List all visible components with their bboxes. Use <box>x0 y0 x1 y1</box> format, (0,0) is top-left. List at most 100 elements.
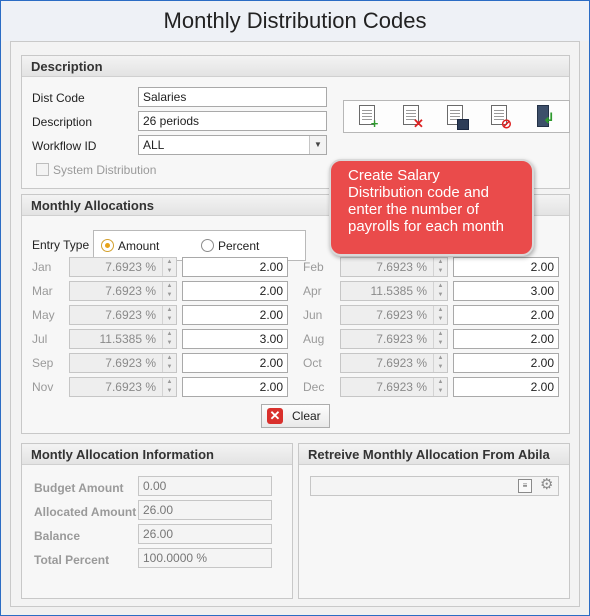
spinner-arrows-icon[interactable]: ▲ ▼ <box>433 354 447 372</box>
total-percent-field: 100.0000 % <box>138 548 272 568</box>
percent-spinner-apr[interactable]: 11.5385 % ▲ ▼ <box>340 281 448 301</box>
amount-field-apr[interactable]: 3.00 <box>453 281 559 301</box>
percent-spinner-may[interactable]: 7.6923 % ▲ ▼ <box>69 305 177 325</box>
percent-value: 7.6923 % <box>105 284 156 298</box>
monthly-distribution-codes-window: Monthly Distribution Codes Description D… <box>0 0 590 616</box>
month-label-may: May <box>32 308 55 322</box>
amount-field-jan[interactable]: 2.00 <box>182 257 288 277</box>
percent-value: 7.6923 % <box>105 308 156 322</box>
percent-spinner-aug[interactable]: 7.6923 % ▲ ▼ <box>340 329 448 349</box>
allocated-amount-field: 26.00 <box>138 500 272 520</box>
balance-label: Balance <box>34 529 81 543</box>
cancel-button[interactable]: ⊘ <box>487 104 513 130</box>
amount-field-oct[interactable]: 2.00 <box>453 353 559 373</box>
spinner-arrows-icon[interactable]: ▲ ▼ <box>433 330 447 348</box>
delete-x-icon: ✕ <box>413 116 424 131</box>
month-label-feb: Feb <box>303 260 324 274</box>
callout-line: Create Salary <box>348 167 440 184</box>
percent-value: 7.6923 % <box>105 356 156 370</box>
callout-line: enter the number of <box>348 201 479 218</box>
spinner-arrows-icon[interactable]: ▲ ▼ <box>162 282 176 300</box>
clear-x-icon: ✕ <box>267 408 283 424</box>
settings-gear-icon[interactable]: ⚙ <box>540 476 553 494</box>
delete-button[interactable]: ✕ <box>399 104 425 130</box>
percent-spinner-mar[interactable]: 7.6923 % ▲ ▼ <box>69 281 177 301</box>
dist-code-label: Dist Code <box>32 91 85 105</box>
exit-arrow-icon: ↲ <box>543 110 555 126</box>
month-label-mar: Mar <box>32 284 53 298</box>
description-header: Description <box>22 56 569 77</box>
spinner-arrows-icon[interactable]: ▲ ▼ <box>162 258 176 276</box>
percent-value: 7.6923 % <box>105 380 156 394</box>
percent-value: 7.6923 % <box>105 260 156 274</box>
percent-value: 11.5385 % <box>99 332 157 346</box>
percent-spinner-dec[interactable]: 7.6923 % ▲ ▼ <box>340 377 448 397</box>
form-body: Description Dist Code Salaries Descripti… <box>10 41 580 607</box>
percent-radio[interactable] <box>201 239 214 252</box>
workflow-id-select[interactable]: ALL ▼ <box>138 135 327 155</box>
allocated-amount-label: Allocated Amount <box>34 505 137 519</box>
percent-spinner-sep[interactable]: 7.6923 % ▲ ▼ <box>69 353 177 373</box>
amount-field-dec[interactable]: 2.00 <box>453 377 559 397</box>
new-button[interactable]: + <box>355 104 381 130</box>
month-label-jul: Jul <box>32 332 48 346</box>
chevron-down-icon[interactable]: ▼ <box>309 136 326 154</box>
spinner-arrows-icon[interactable]: ▲ ▼ <box>433 282 447 300</box>
spinner-arrows-icon[interactable]: ▲ ▼ <box>162 354 176 372</box>
clear-button-label: Clear <box>292 409 321 423</box>
month-label-jun: Jun <box>303 308 323 322</box>
budget-amount-field: 0.00 <box>138 476 272 496</box>
callout-line: Distribution code and <box>348 184 489 201</box>
budget-amount-label: Budget Amount <box>34 481 124 495</box>
amount-field-aug[interactable]: 2.00 <box>453 329 559 349</box>
allocation-info-group: Montly Allocation Information Budget Amo… <box>21 443 293 599</box>
system-distribution-label: System Distribution <box>53 163 157 177</box>
instruction-callout: Create Salary Distribution code and ente… <box>329 159 534 256</box>
month-label-nov: Nov <box>32 380 54 394</box>
spinner-arrows-icon[interactable]: ▲ ▼ <box>162 306 176 324</box>
spinner-arrows-icon[interactable]: ▲ ▼ <box>433 378 447 396</box>
percent-spinner-jun[interactable]: 7.6923 % ▲ ▼ <box>340 305 448 325</box>
description-label: Description <box>32 115 93 129</box>
system-distribution-checkbox[interactable] <box>36 163 49 176</box>
month-label-sep: Sep <box>32 356 54 370</box>
dist-code-field[interactable]: Salaries <box>138 87 327 107</box>
month-label-oct: Oct <box>303 356 322 370</box>
amount-radio[interactable] <box>101 239 114 252</box>
spinner-arrows-icon[interactable]: ▲ ▼ <box>433 306 447 324</box>
amount-field-feb[interactable]: 2.00 <box>453 257 559 277</box>
percent-spinner-oct[interactable]: 7.6923 % ▲ ▼ <box>340 353 448 373</box>
percent-value: 7.6923 % <box>376 308 427 322</box>
spinner-arrows-icon[interactable]: ▲ ▼ <box>162 378 176 396</box>
percent-value: 7.6923 % <box>376 332 427 346</box>
clear-button[interactable]: ✕ Clear <box>261 404 330 428</box>
workflow-id-label: Workflow ID <box>32 139 97 153</box>
plus-icon: + <box>370 116 379 131</box>
percent-value: 7.6923 % <box>376 260 427 274</box>
balance-field: 26.00 <box>138 524 272 544</box>
amount-field-may[interactable]: 2.00 <box>182 305 288 325</box>
amount-field-mar[interactable]: 2.00 <box>182 281 288 301</box>
save-icon <box>457 119 469 130</box>
amount-field-jun[interactable]: 2.00 <box>453 305 559 325</box>
amount-field-sep[interactable]: 2.00 <box>182 353 288 373</box>
save-button[interactable] <box>443 104 469 130</box>
month-label-aug: Aug <box>303 332 325 346</box>
amount-field-nov[interactable]: 2.00 <box>182 377 288 397</box>
total-percent-label: Total Percent <box>34 553 110 567</box>
percent-spinner-jan[interactable]: 7.6923 % ▲ ▼ <box>69 257 177 277</box>
month-label-apr: Apr <box>303 284 322 298</box>
percent-spinner-nov[interactable]: 7.6923 % ▲ ▼ <box>69 377 177 397</box>
month-label-dec: Dec <box>303 380 325 394</box>
browse-list-icon[interactable]: ≡ <box>518 479 532 493</box>
spinner-arrows-icon[interactable]: ▲ ▼ <box>433 258 447 276</box>
percent-spinner-jul[interactable]: 11.5385 % ▲ ▼ <box>69 329 177 349</box>
exit-button[interactable]: ↲ <box>531 104 557 130</box>
description-field[interactable]: 26 periods <box>138 111 327 131</box>
amount-field-jul[interactable]: 3.00 <box>182 329 288 349</box>
spinner-arrows-icon[interactable]: ▲ ▼ <box>162 330 176 348</box>
percent-radio-label: Percent <box>218 239 260 253</box>
entry-type-label: Entry Type <box>32 238 90 252</box>
workflow-id-value: ALL <box>143 138 165 152</box>
percent-value: 7.6923 % <box>376 380 427 394</box>
